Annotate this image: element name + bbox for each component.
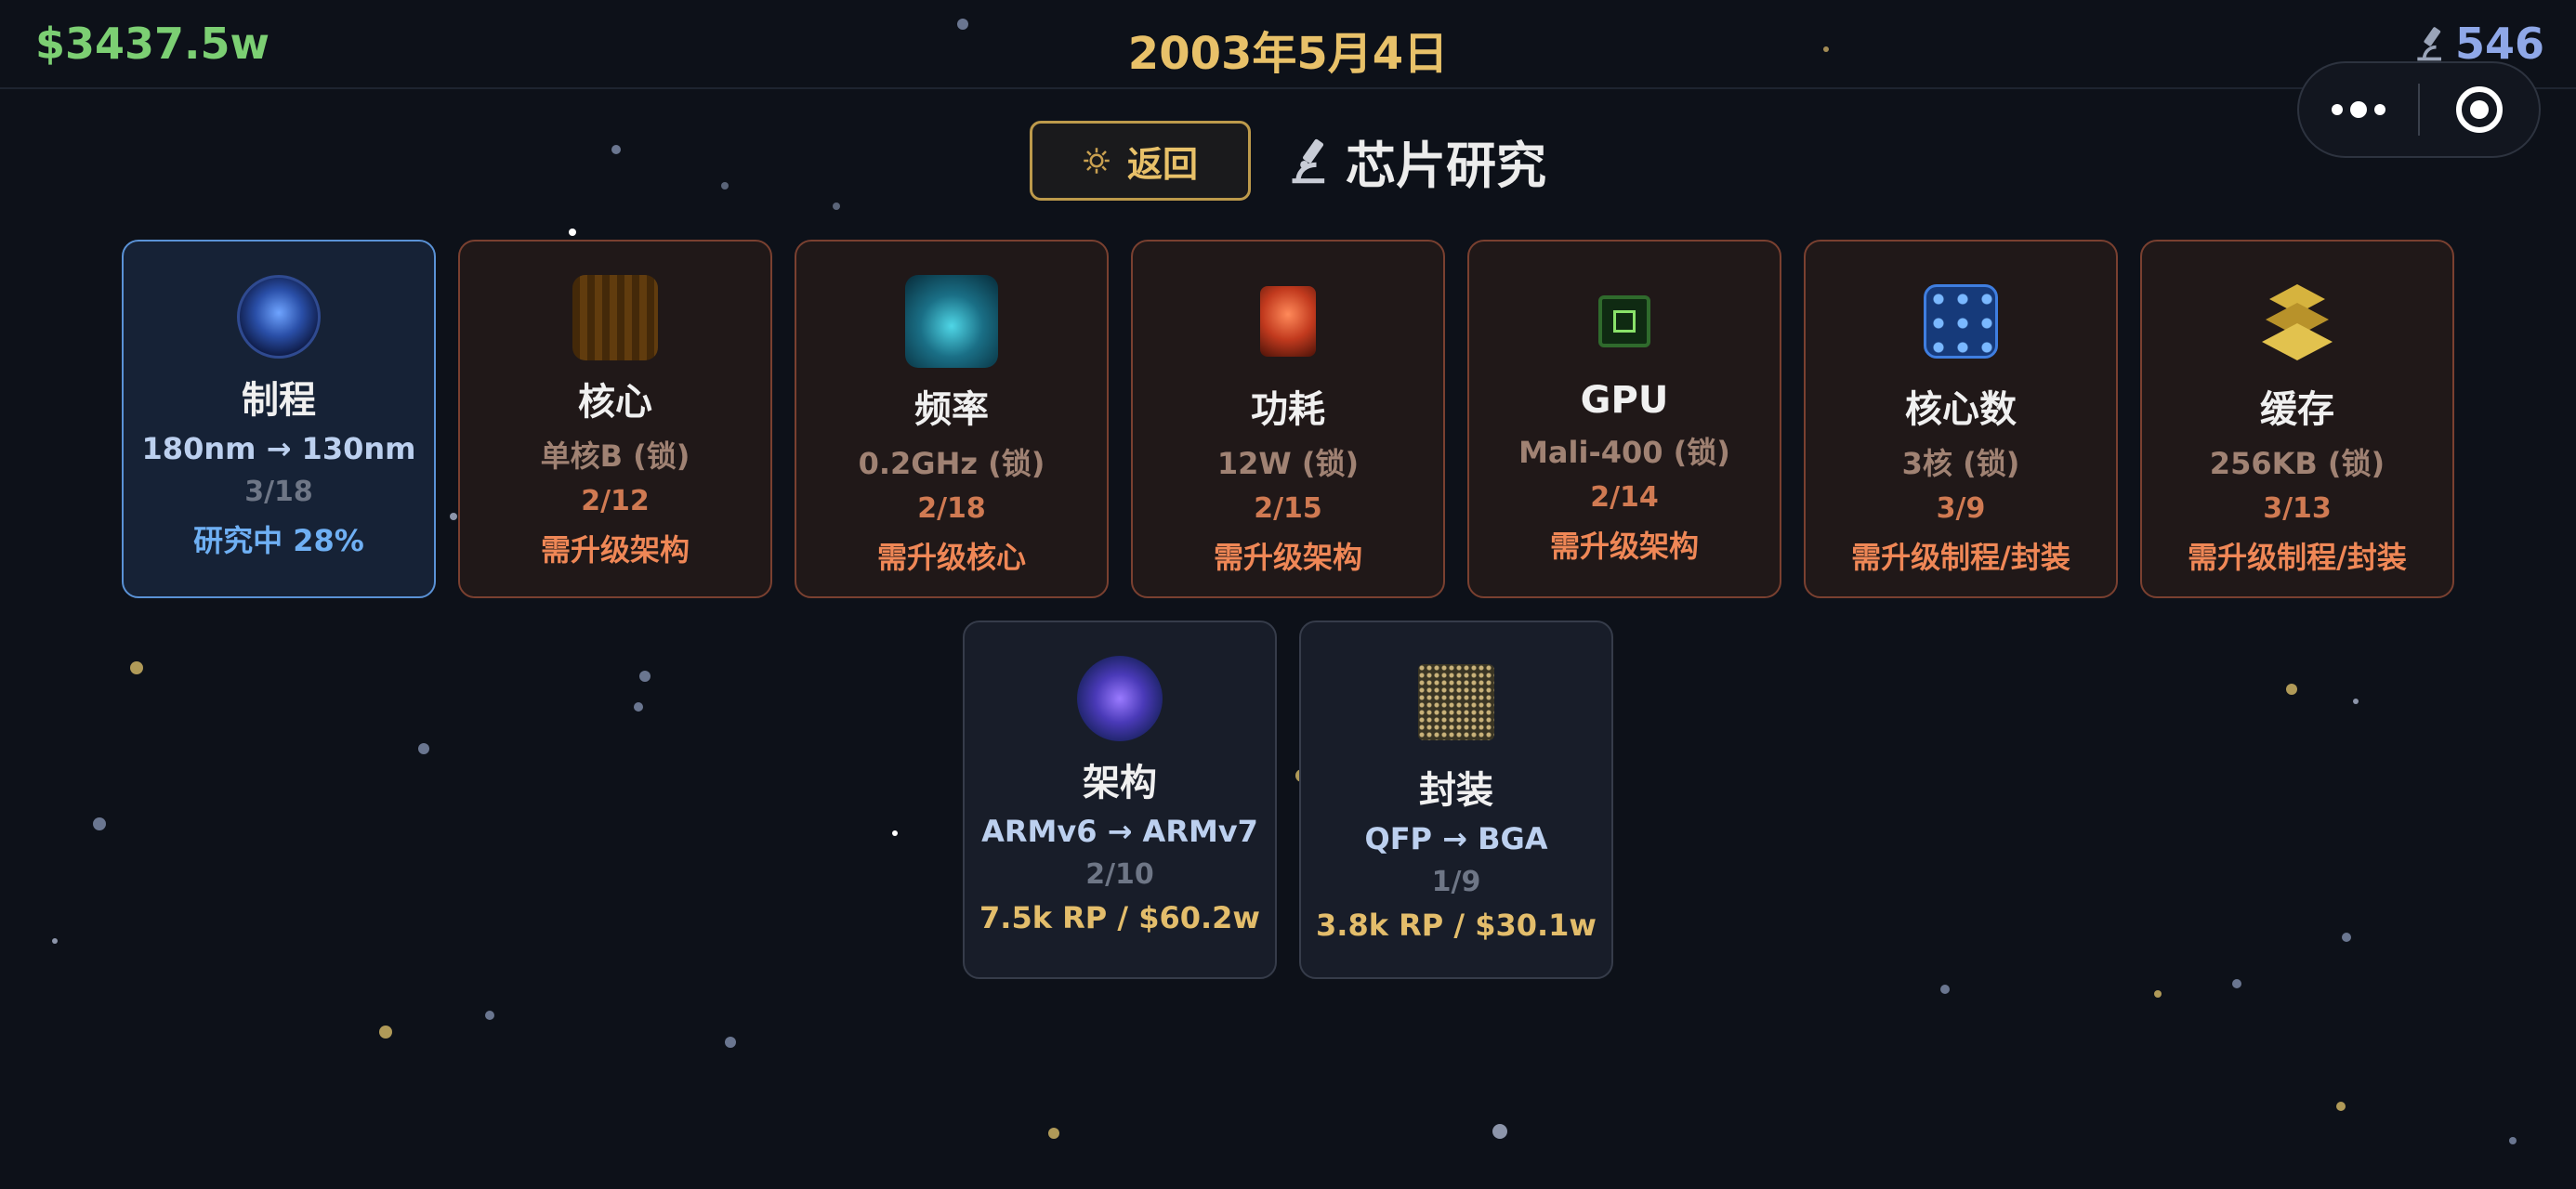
card-progress: 3/13 bbox=[2263, 492, 2332, 525]
card-progress: 3/18 bbox=[244, 476, 313, 508]
card-status: 需升级制程/封装 bbox=[1851, 540, 2070, 575]
card-status: 7.5k RP / $60.2w bbox=[979, 900, 1260, 935]
microscope-icon bbox=[2417, 27, 2441, 61]
page-title-text: 芯片研究 bbox=[1346, 136, 1546, 195]
process-node-icon bbox=[237, 275, 321, 359]
card-name: 功耗 bbox=[1251, 388, 1325, 431]
more-menu-button[interactable] bbox=[2299, 63, 2418, 156]
card-name: 制程 bbox=[242, 379, 316, 422]
card-name: 缓存 bbox=[2260, 388, 2334, 431]
more-dots-icon bbox=[2332, 101, 2385, 118]
research-card-frequency[interactable]: 频率 0.2GHz (锁) 2/18 需升级核心 bbox=[795, 240, 1109, 598]
card-progress: 2/10 bbox=[1085, 858, 1154, 891]
top-status-bar: $3437.5w 2003年5月4日 546 bbox=[0, 0, 2576, 89]
close-mini-program-button[interactable] bbox=[2420, 63, 2539, 156]
card-value: 256KB (锁) bbox=[2209, 446, 2385, 481]
close-target-icon bbox=[2456, 86, 2503, 133]
cache-icon bbox=[2251, 275, 2344, 368]
research-card-gpu[interactable]: GPU Mali-400 (锁) 2/14 需升级架构 bbox=[1467, 240, 1781, 598]
research-card-process[interactable]: 制程 180nm → 130nm 3/18 研究中 28% bbox=[122, 240, 436, 598]
card-progress: 2/15 bbox=[1254, 492, 1322, 525]
research-row-2: 架构 ARMv6 → ARMv7 2/10 7.5k RP / $60.2w 封… bbox=[0, 621, 2576, 979]
card-status: 研究中 28% bbox=[193, 523, 364, 558]
card-value: 3核 (锁) bbox=[1901, 446, 2020, 481]
research-card-package[interactable]: 封装 QFP → BGA 1/9 3.8k RP / $30.1w bbox=[1299, 621, 1613, 979]
card-progress: 3/9 bbox=[1936, 492, 1986, 525]
card-value: 0.2GHz (锁) bbox=[858, 446, 1045, 481]
game-date: 2003年5月4日 bbox=[1127, 28, 1449, 80]
microscope-icon bbox=[1292, 138, 1325, 184]
research-card-core-count[interactable]: 核心数 3核 (锁) 3/9 需升级制程/封装 bbox=[1804, 240, 2118, 598]
card-status: 需升级架构 bbox=[1213, 540, 1362, 575]
gpu-icon bbox=[1598, 295, 1650, 347]
card-name: GPU bbox=[1580, 379, 1669, 422]
card-value: 180nm → 130nm bbox=[141, 431, 416, 466]
page-title: 芯片研究 bbox=[1286, 124, 1546, 198]
card-name: 封装 bbox=[1419, 769, 1493, 812]
card-progress: 2/14 bbox=[1590, 481, 1659, 514]
research-row-1: 制程 180nm → 130nm 3/18 研究中 28% 核心 单核B (锁)… bbox=[0, 240, 2576, 598]
card-status: 需升级制程/封装 bbox=[2188, 540, 2407, 575]
core-icon bbox=[572, 275, 658, 360]
card-progress: 1/9 bbox=[1431, 866, 1481, 898]
back-button-label: 返回 bbox=[1126, 143, 1198, 185]
gear-icon bbox=[1084, 148, 1110, 174]
card-name: 核心数 bbox=[1905, 388, 2017, 431]
architecture-icon bbox=[1077, 656, 1163, 741]
back-button[interactable]: 返回 bbox=[1030, 121, 1251, 201]
card-name: 架构 bbox=[1083, 762, 1157, 804]
research-card-core[interactable]: 核心 单核B (锁) 2/12 需升级架构 bbox=[458, 240, 772, 598]
card-value: QFP → BGA bbox=[1364, 821, 1548, 856]
research-card-cache[interactable]: 缓存 256KB (锁) 3/13 需升级制程/封装 bbox=[2140, 240, 2454, 598]
power-icon bbox=[1260, 286, 1316, 357]
research-card-power[interactable]: 功耗 12W (锁) 2/15 需升级架构 bbox=[1131, 240, 1445, 598]
card-value: 单核B (锁) bbox=[540, 438, 690, 474]
card-status: 需升级架构 bbox=[1549, 529, 1699, 564]
card-progress: 2/18 bbox=[917, 492, 986, 525]
package-icon bbox=[1418, 664, 1494, 740]
card-name: 频率 bbox=[914, 388, 989, 431]
card-status: 需升级架构 bbox=[540, 532, 690, 568]
page-header: 返回 芯片研究 bbox=[0, 121, 2576, 201]
card-status: 3.8k RP / $30.1w bbox=[1316, 908, 1597, 943]
card-value: Mali-400 (锁) bbox=[1518, 435, 1730, 470]
card-value: ARMv6 → ARMv7 bbox=[981, 814, 1258, 849]
frequency-icon bbox=[905, 275, 998, 368]
card-value: 12W (锁) bbox=[1216, 446, 1360, 481]
core-count-icon bbox=[1924, 284, 1998, 359]
card-name: 核心 bbox=[578, 381, 652, 424]
card-status: 需升级核心 bbox=[876, 540, 1026, 575]
card-progress: 2/12 bbox=[581, 485, 650, 517]
research-card-architecture[interactable]: 架构 ARMv6 → ARMv7 2/10 7.5k RP / $60.2w bbox=[963, 621, 1277, 979]
mini-program-capsule bbox=[2297, 61, 2541, 158]
